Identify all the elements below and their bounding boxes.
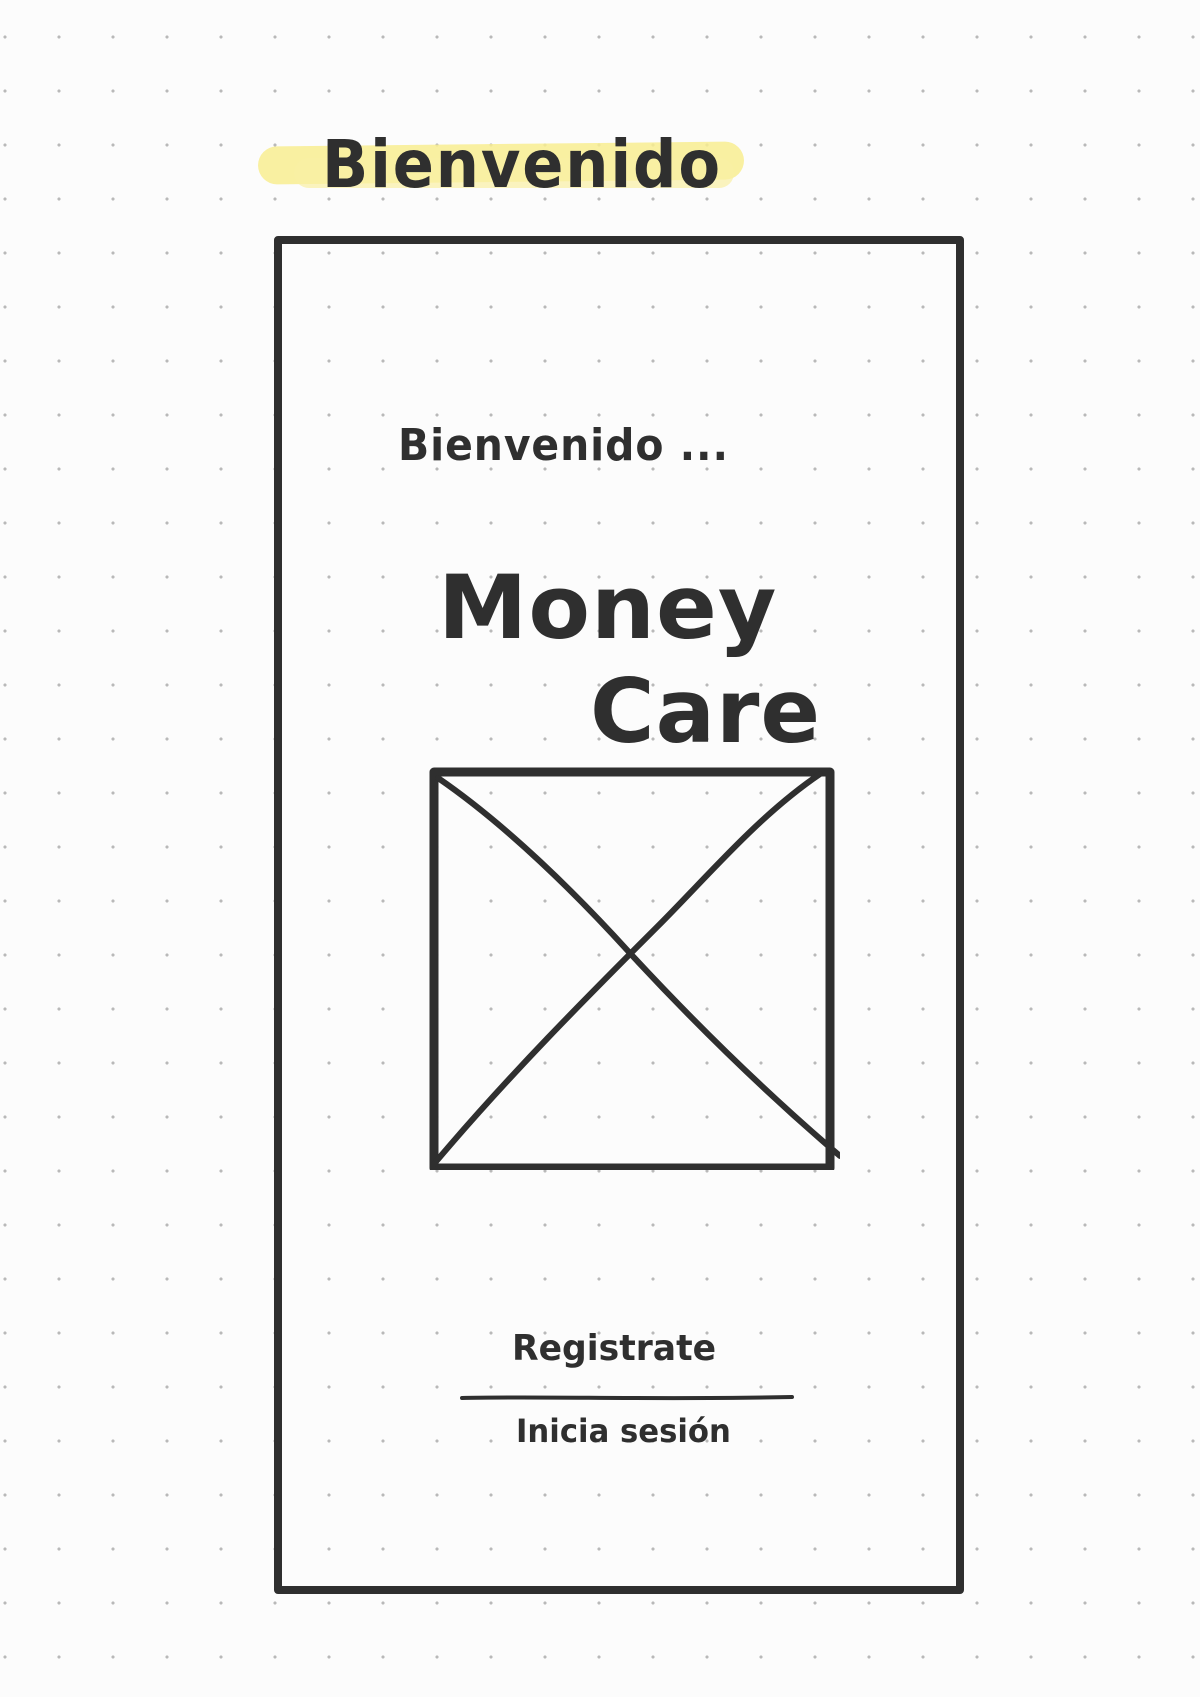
image-placeholder-icon — [428, 766, 840, 1170]
placeholder-diagonal-1 — [435, 775, 840, 1159]
welcome-text: Bienvenido ... — [398, 420, 729, 471]
placeholder-diagonal-2 — [431, 771, 823, 1167]
register-link[interactable]: Registrate — [512, 1328, 716, 1369]
app-name-line-1: Money — [438, 556, 778, 659]
app-name-line-2: Care — [590, 660, 822, 763]
sheet-title: Bienvenido — [257, 118, 748, 208]
placeholder-box — [429, 767, 835, 1170]
image-placeholder-graphic — [429, 767, 840, 1170]
login-link[interactable]: Inicia sesión — [516, 1412, 731, 1450]
divider-line — [460, 1395, 794, 1401]
sheet-title-text: Bienvenido — [322, 126, 722, 203]
